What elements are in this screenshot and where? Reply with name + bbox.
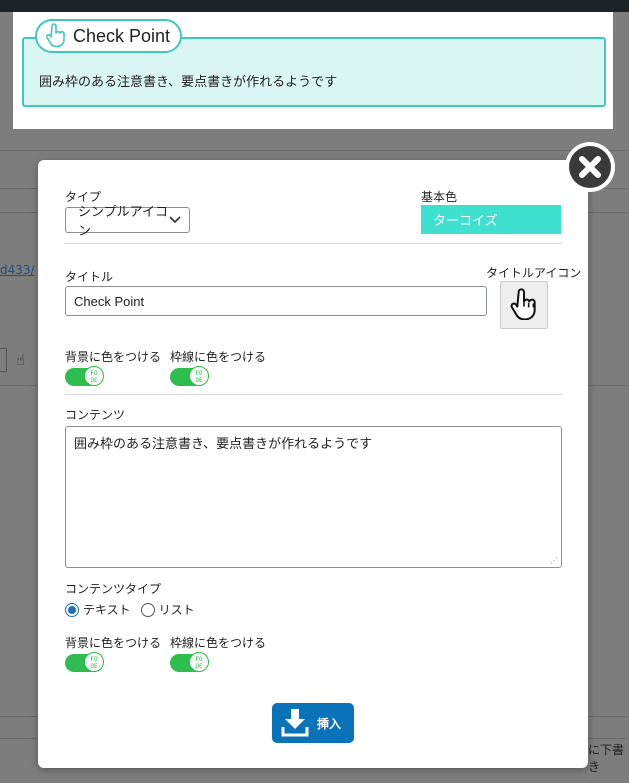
download-icon: [281, 707, 309, 740]
section-divider: [64, 243, 562, 244]
content-type-radio-group: テキスト リスト: [65, 601, 195, 618]
title-bg-toggle-label: 背景に色をつける: [65, 350, 162, 364]
base-color-swatch[interactable]: ターコイズ: [421, 205, 561, 234]
toggle-knob: FO OE: [84, 652, 104, 672]
preview-area: 囲み枠のある注意書き、要点書きが作れるようです Check Point: [13, 12, 613, 129]
toggle-knob: FO OE: [84, 366, 104, 386]
base-color-label: 基本色: [421, 190, 458, 204]
content-border-toggle-label: 枠線に色をつける: [170, 636, 267, 650]
checkpoint-title-badge: Check Point: [35, 19, 183, 53]
toggle-knob: FO OE: [189, 652, 209, 672]
type-select-value: シンプルアイコン: [78, 205, 168, 239]
content-bg-toggle[interactable]: FO OE: [65, 652, 104, 672]
content-textarea[interactable]: 囲み枠のある注意書き、要点書きが作れるようです ⋰: [65, 426, 562, 568]
content-textarea-value: 囲み枠のある注意書き、要点書きが作れるようです: [74, 437, 373, 452]
content-type-text-label: テキスト: [83, 603, 131, 617]
title-icon-label: タイトルアイコン: [486, 266, 582, 280]
content-type-list-radio[interactable]: [140, 602, 155, 617]
title-label: タイトル: [65, 270, 114, 284]
background-draft-text: に下書き: [588, 743, 625, 774]
hand-pointer-icon: [45, 22, 67, 50]
title-icon-picker-button[interactable]: [500, 281, 548, 329]
background-button-edge: [0, 348, 7, 372]
close-icon: [569, 146, 611, 188]
background-divider: [0, 150, 629, 151]
content-type-text-radio[interactable]: [65, 602, 79, 617]
type-select[interactable]: シンプルアイコン: [65, 205, 190, 239]
chevron-down-icon: [169, 213, 181, 228]
box-settings-modal: タイプ シンプルアイコン 基本色 ターコイズ タイトル タイトルアイコン Che…: [38, 160, 588, 768]
title-input-value: Check Point: [74, 293, 145, 309]
section-divider: [64, 394, 562, 395]
content-type-list-label: リスト: [158, 603, 195, 617]
toggle-knob: FO OE: [189, 366, 209, 386]
background-link: d433/: [0, 263, 35, 277]
hand-pointer-icon: [509, 287, 539, 323]
content-label: コンテンツ: [65, 408, 126, 422]
content-type-label: コンテンツタイプ: [65, 582, 162, 596]
insert-button-label: 挿入: [317, 716, 342, 731]
admin-top-bar: [0, 0, 629, 12]
insert-button[interactable]: 挿入: [272, 703, 354, 743]
title-border-toggle[interactable]: FO OE: [170, 366, 209, 386]
title-input[interactable]: Check Point: [65, 286, 487, 316]
content-bg-toggle-label: 背景に色をつける: [65, 636, 162, 650]
base-color-value: ターコイズ: [433, 214, 498, 229]
checkpoint-title: Check Point: [73, 25, 171, 46]
title-border-toggle-label: 枠線に色をつける: [170, 350, 267, 364]
background-hand-icon: ☝: [16, 351, 26, 369]
resize-handle-icon[interactable]: ⋰: [550, 557, 558, 565]
title-bg-toggle[interactable]: FO OE: [65, 366, 104, 386]
content-border-toggle[interactable]: FO OE: [170, 652, 209, 672]
checkpoint-content: 囲み枠のある注意書き、要点書きが作れるようです: [39, 75, 338, 90]
close-button[interactable]: [565, 142, 615, 192]
